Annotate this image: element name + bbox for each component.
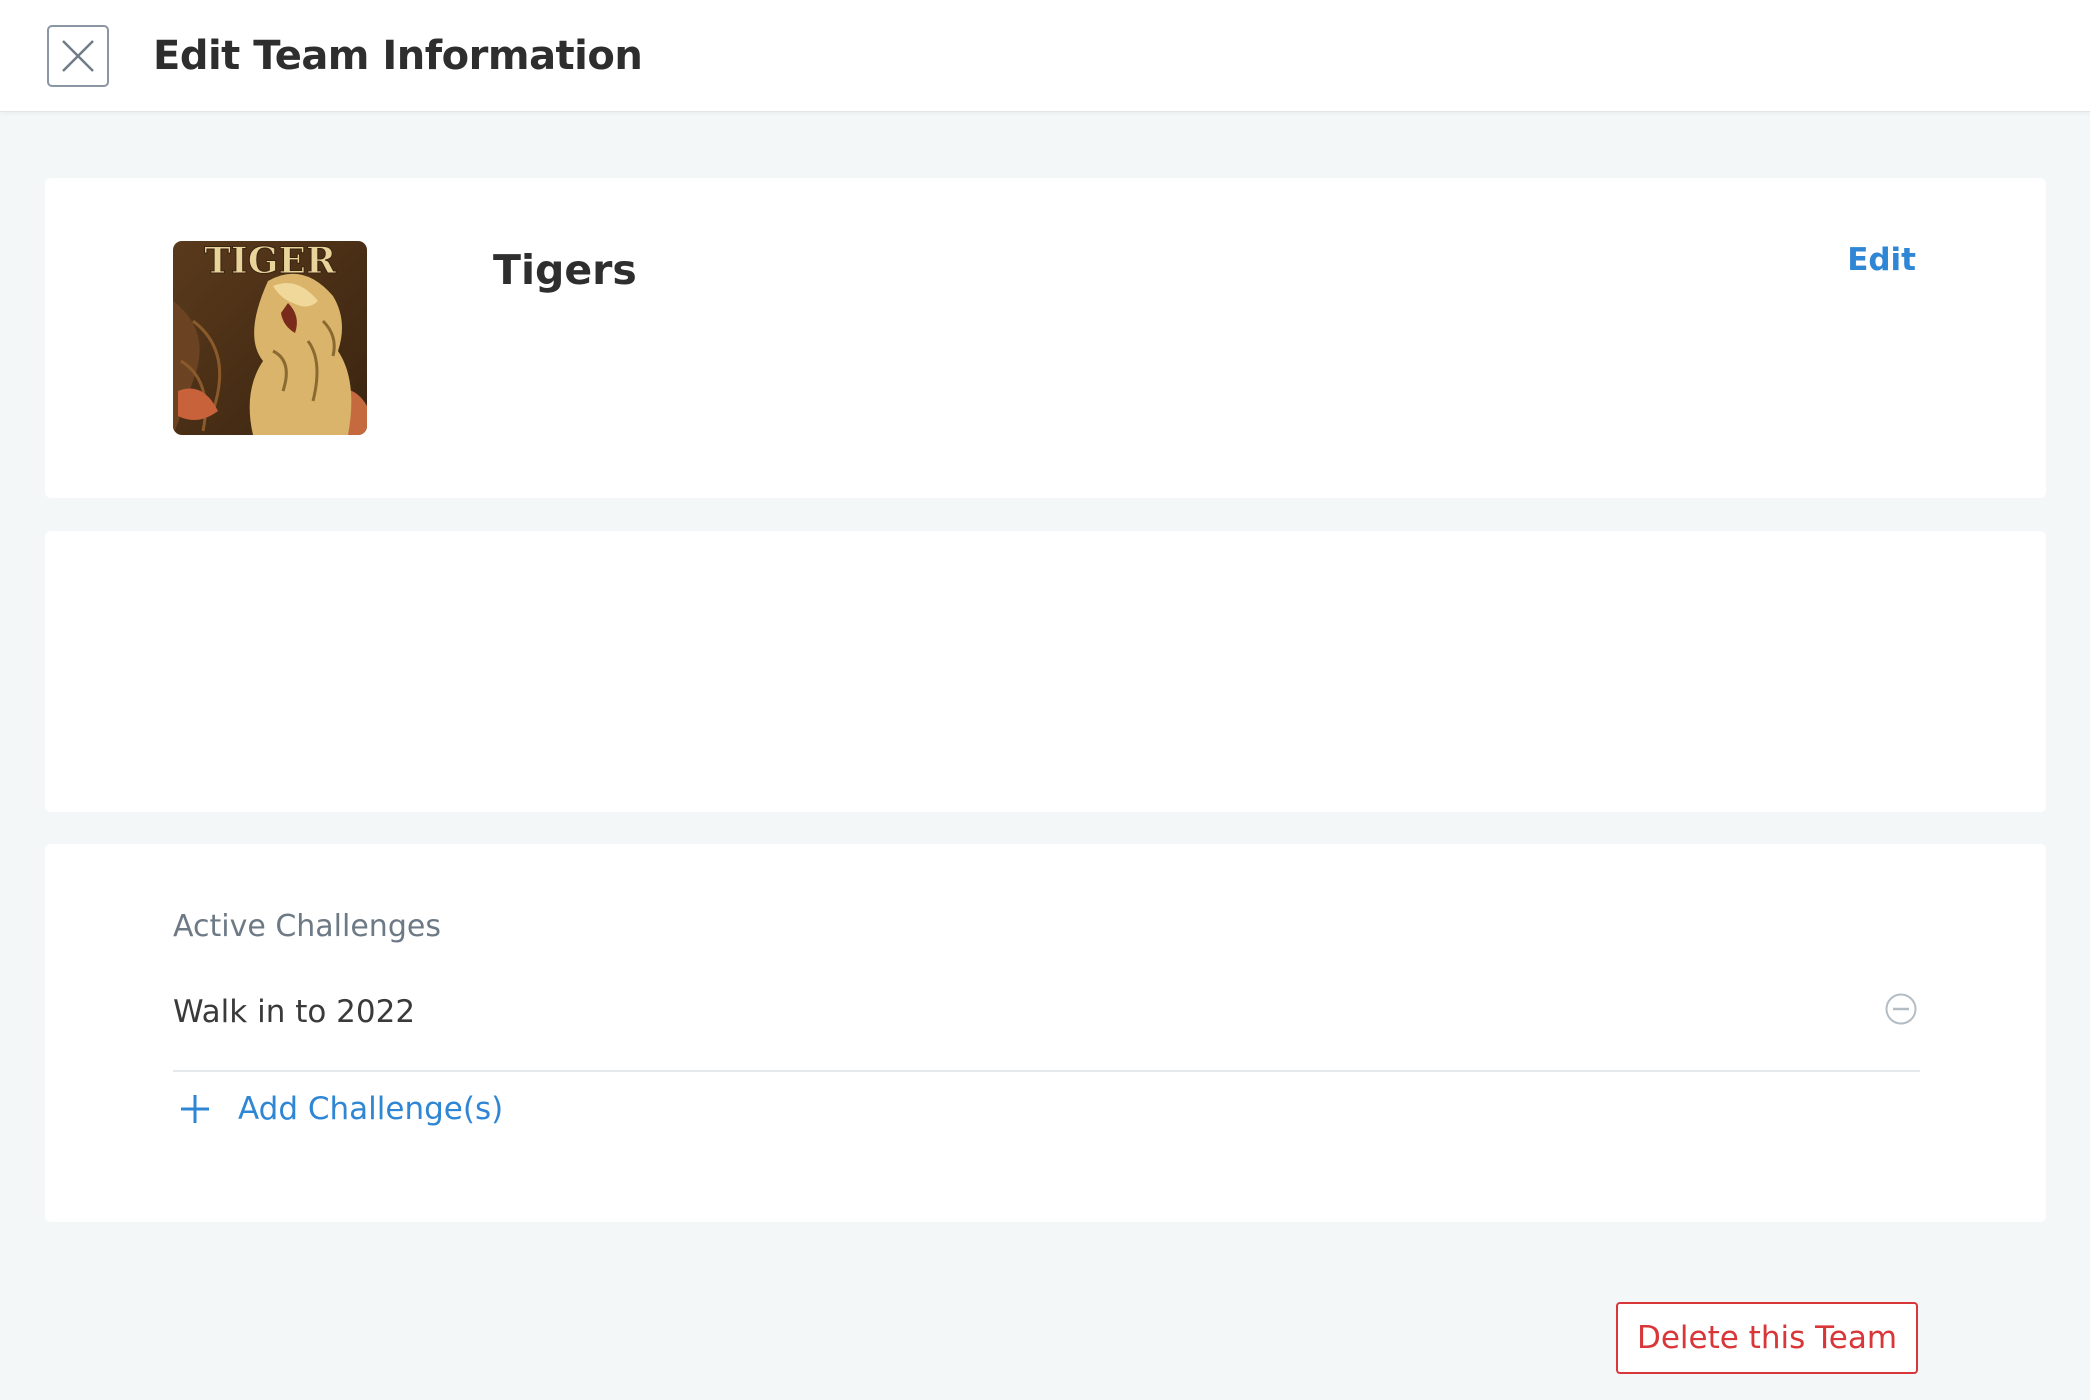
team-details-card bbox=[45, 531, 2046, 812]
challenge-row: Walk in to 2022 bbox=[173, 984, 1920, 1072]
team-info-card: TIGER Tigers Edit bbox=[45, 178, 2046, 498]
active-challenges-label: Active Challenges bbox=[173, 909, 441, 944]
team-avatar: TIGER bbox=[173, 241, 367, 435]
plus-icon bbox=[181, 1095, 209, 1123]
team-name: Tigers bbox=[493, 246, 637, 294]
header-bar: Edit Team Information bbox=[0, 0, 2090, 112]
delete-team-button[interactable]: Delete this Team bbox=[1616, 1302, 1918, 1374]
challenges-card: Active Challenges Walk in to 2022 Add Ch… bbox=[45, 844, 2046, 1222]
remove-circle-icon bbox=[1885, 993, 1917, 1025]
add-challenge-button[interactable]: Add Challenge(s) bbox=[180, 1089, 503, 1129]
edit-team-link[interactable]: Edit bbox=[1847, 240, 1916, 280]
close-button[interactable] bbox=[47, 25, 109, 87]
team-avatar-text: TIGER bbox=[204, 241, 337, 282]
page-title: Edit Team Information bbox=[153, 33, 643, 79]
close-icon bbox=[62, 40, 94, 72]
remove-challenge-button[interactable] bbox=[1884, 992, 1918, 1026]
add-challenge-label: Add Challenge(s) bbox=[238, 1091, 504, 1127]
challenge-name: Walk in to 2022 bbox=[173, 994, 416, 1030]
